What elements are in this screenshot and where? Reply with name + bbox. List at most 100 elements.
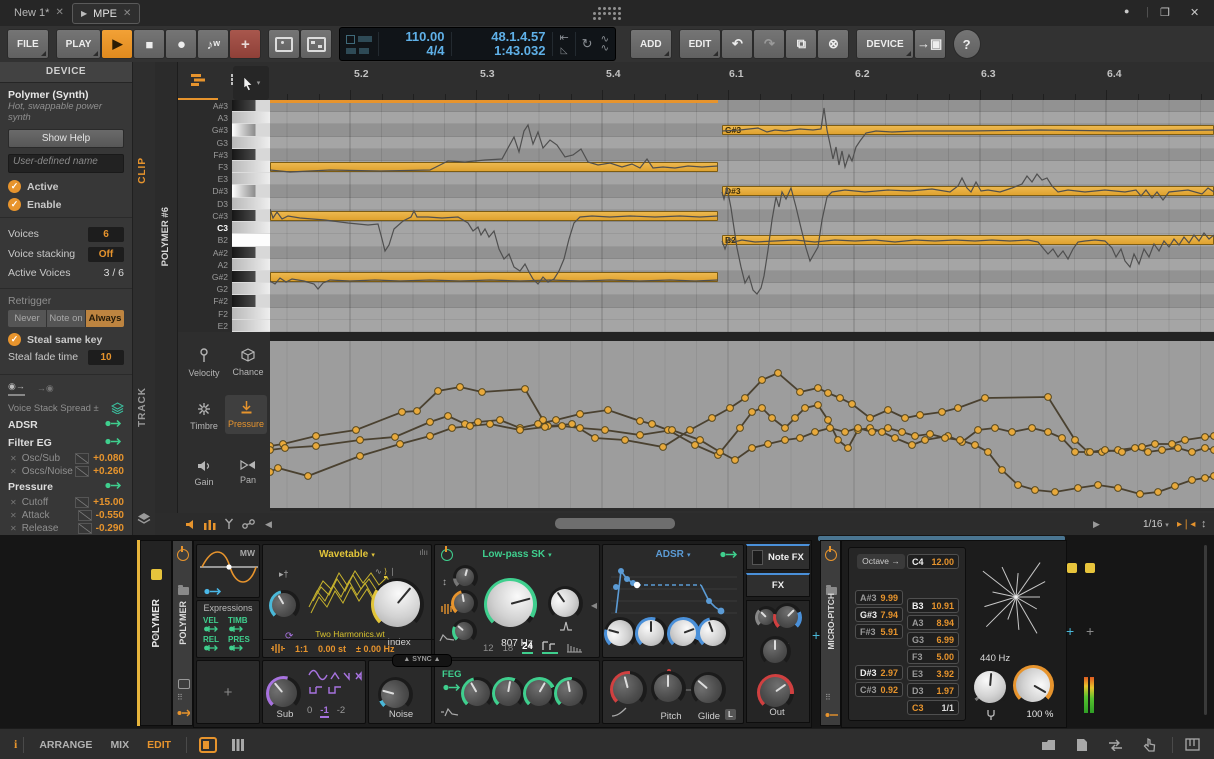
- sub-octave-selector[interactable]: 0 -1 -2: [307, 705, 345, 718]
- sync-toggle[interactable]: ▲ SYNC ▲: [392, 654, 452, 667]
- note-editor-toggle[interactable]: [178, 62, 218, 100]
- layers-icon[interactable]: [111, 402, 124, 414]
- remove-target-icon[interactable]: ✕: [10, 524, 17, 533]
- pads-button[interactable]: [300, 29, 332, 59]
- expression-slot-timb[interactable]: TIMB: [228, 616, 253, 633]
- filter-cutoff-knob[interactable]: [484, 578, 537, 631]
- expression-slot-vel[interactable]: VEL: [203, 616, 228, 633]
- expression-chance-button[interactable]: Chance: [227, 343, 269, 382]
- velocity-bars-icon[interactable]: [204, 519, 216, 530]
- undo-button[interactable]: ↶: [721, 29, 753, 59]
- feg-mod-arrow-icon[interactable]: [442, 683, 462, 692]
- micropitch-device-strip[interactable]: MICRO-PITCH ⠿: [820, 540, 841, 726]
- expression-velocity-button[interactable]: Velocity: [183, 343, 225, 383]
- clip-tab[interactable]: CLIP: [137, 157, 148, 184]
- active-row[interactable]: ✓Active: [0, 180, 132, 193]
- horizontal-scrollbar[interactable]: [555, 518, 675, 529]
- adsr-sustain-knob[interactable]: [667, 617, 700, 650]
- loop-icon[interactable]: ↻: [582, 38, 593, 50]
- feg-decay-knob[interactable]: [492, 677, 525, 710]
- osc-semitones[interactable]: 0.00 st: [318, 644, 346, 654]
- tuning-row-E3[interactable]: E33.92: [907, 666, 959, 681]
- micropitch-power-icon[interactable]: [825, 549, 837, 561]
- add-device-icon[interactable]: +: [152, 627, 160, 642]
- unison-icon[interactable]: [271, 643, 285, 654]
- voice-stacking-value[interactable]: Off: [88, 247, 124, 262]
- expressions-panel[interactable]: Expressions VELTIMBRELPRES: [196, 600, 260, 658]
- expression-timbre-button[interactable]: Timbre: [183, 397, 225, 436]
- layout-mixer-icon[interactable]: [231, 738, 245, 752]
- pressure-lane[interactable]: [270, 341, 1214, 511]
- play-time[interactable]: 1:43.032: [494, 44, 545, 58]
- device-panel-scrollbar[interactable]: [1204, 545, 1207, 715]
- polymer-power-icon[interactable]: [177, 549, 189, 561]
- transport-display-icons[interactable]: [340, 35, 378, 54]
- track-device-header[interactable]: POLYMER +: [140, 540, 172, 726]
- tab-close-icon[interactable]: ✕: [123, 8, 131, 19]
- osc-fine[interactable]: ± 0.00 Hz: [356, 644, 394, 654]
- fx-tab[interactable]: FX: [746, 573, 810, 597]
- mod-curve-icon[interactable]: [78, 510, 92, 521]
- fade-value[interactable]: 10: [88, 350, 124, 365]
- tuning-row-A3[interactable]: A38.94: [907, 615, 959, 630]
- mapping-panel-icon[interactable]: [1108, 739, 1123, 751]
- modulation-target[interactable]: ✕Cutoff+15.00: [0, 496, 132, 509]
- white-key[interactable]: [232, 112, 270, 123]
- lane-divider[interactable]: [270, 332, 1214, 341]
- white-key[interactable]: [232, 137, 270, 148]
- pressure-points[interactable]: [270, 341, 1214, 508]
- osc-ratio[interactable]: 1:1: [295, 644, 308, 654]
- adsr-attack-knob[interactable]: [604, 617, 637, 650]
- mod-arrow-icon[interactable]: [104, 481, 124, 493]
- help-button[interactable]: ?: [953, 29, 981, 59]
- layers-icon[interactable]: [137, 512, 151, 525]
- lane-title[interactable]: POLYMER #6: [160, 207, 171, 266]
- add-menu-button[interactable]: ADD: [630, 29, 672, 59]
- modulation-target[interactable]: ✕Osc/Sub+0.080: [0, 452, 132, 465]
- noise-level-knob[interactable]: [378, 677, 413, 712]
- tool-selector[interactable]: ▾: [233, 66, 269, 100]
- scroll-left-icon[interactable]: ◀: [265, 519, 272, 530]
- window-restore-button[interactable]: ❐: [1160, 6, 1170, 19]
- black-key[interactable]: [232, 149, 270, 160]
- mp-mix-knob[interactable]: [1013, 665, 1054, 706]
- device-name-input[interactable]: User-defined name: [8, 154, 124, 173]
- sub-shape-selector[interactable]: [307, 669, 363, 695]
- feg-release-knob[interactable]: [554, 677, 587, 710]
- mw-modulator-panel[interactable]: MW: [196, 544, 260, 598]
- mw-mod-arrow-icon[interactable]: [203, 587, 223, 596]
- filter-power-icon[interactable]: [441, 549, 453, 561]
- file-menu-button[interactable]: FILE: [7, 29, 49, 59]
- add-device-plus-alt[interactable]: +: [1086, 623, 1094, 639]
- modulator-source[interactable]: Filter EG: [0, 434, 132, 452]
- view-mix-button[interactable]: MIX: [110, 739, 129, 751]
- voices-value[interactable]: 6: [88, 227, 124, 242]
- scroll-right-icon[interactable]: ▶: [1093, 519, 1100, 530]
- mp-reference-knob[interactable]: [971, 668, 1010, 707]
- wavetable-index-knob[interactable]: [371, 578, 424, 631]
- white-key[interactable]: [232, 308, 270, 319]
- octave-stretch-button[interactable]: Octave →: [857, 554, 905, 569]
- steal-checkbox[interactable]: ✓: [8, 333, 21, 346]
- metronome-icon[interactable]: ◺: [561, 44, 568, 56]
- feg-sustain-knob[interactable]: [523, 677, 556, 710]
- black-key[interactable]: [232, 295, 270, 306]
- time-signature[interactable]: 4/4: [426, 44, 444, 58]
- play-button[interactable]: ▶: [101, 29, 133, 59]
- delete-button[interactable]: ⊗: [817, 29, 849, 59]
- monitor-button[interactable]: [268, 29, 300, 59]
- mod-amount[interactable]: +0.080: [93, 453, 124, 464]
- drag-handle-icon[interactable]: ⠿: [177, 693, 184, 702]
- tuning-row-A#3[interactable]: A#39.99: [855, 590, 903, 605]
- info-icon[interactable]: i: [14, 737, 17, 752]
- tuning-row-D#3[interactable]: D#32.97: [855, 665, 903, 680]
- white-key[interactable]: [232, 198, 270, 209]
- modulation-target[interactable]: ✕Attack-0.550: [0, 509, 132, 522]
- tuning-row-G3[interactable]: G36.99: [907, 632, 959, 647]
- redo-button[interactable]: ↷: [753, 29, 785, 59]
- insert-device-button[interactable]: →▣: [914, 29, 946, 59]
- white-key[interactable]: [232, 161, 270, 172]
- filter-type-selector[interactable]: Low-pass SK ▾: [435, 545, 599, 560]
- black-key[interactable]: [232, 100, 270, 111]
- touch-panel-icon[interactable]: [1143, 738, 1156, 752]
